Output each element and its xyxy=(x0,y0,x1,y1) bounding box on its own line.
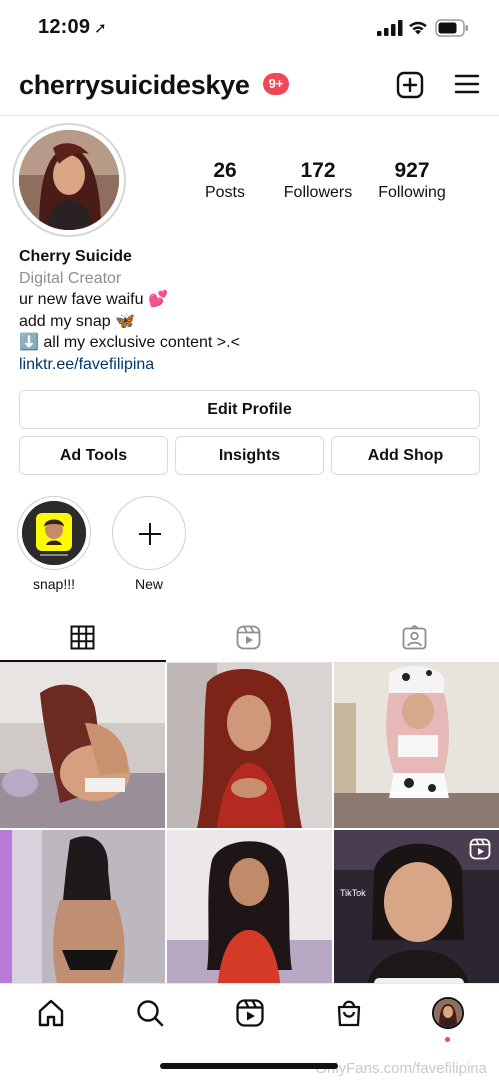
insights-button[interactable]: Insights xyxy=(175,436,324,475)
grid-post[interactable] xyxy=(167,663,332,828)
search-icon[interactable] xyxy=(135,998,165,1028)
activity-dot xyxy=(445,1037,450,1042)
avatar[interactable] xyxy=(19,130,119,230)
watermark-text: OnlyFans.com/favefilipina xyxy=(315,1060,487,1077)
battery-icon xyxy=(435,19,468,37)
header-divider xyxy=(0,115,499,116)
cellular-signal-icon xyxy=(377,20,403,36)
add-shop-button[interactable]: Add Shop xyxy=(331,436,480,475)
status-time: 12:09 ➚ xyxy=(38,16,107,38)
following-stat[interactable]: 927 Following xyxy=(372,159,452,203)
following-count: 927 xyxy=(394,159,430,182)
highlight-new[interactable]: New xyxy=(111,496,187,592)
new-highlight-ring xyxy=(112,496,186,570)
tab-reels[interactable] xyxy=(166,614,332,662)
highlight-label: New xyxy=(134,576,163,592)
tagged-icon xyxy=(402,625,427,650)
display-name: Cherry Suicide xyxy=(19,248,132,265)
posts-stat[interactable]: 26 Posts xyxy=(192,159,258,203)
wifi-icon xyxy=(409,21,427,35)
shop-icon[interactable] xyxy=(334,998,364,1028)
snapcode-icon xyxy=(22,501,86,565)
posts-count: 26 xyxy=(213,159,237,182)
grid-post[interactable] xyxy=(167,830,332,995)
reels-icon[interactable] xyxy=(235,998,265,1028)
posts-label: Posts xyxy=(204,184,245,201)
following-label: Following xyxy=(378,184,446,201)
profile-header: cherrysuicideskye 9+ xyxy=(0,60,499,112)
location-arrow-icon: ➚ xyxy=(94,20,107,37)
status-bar: 12:09 ➚ xyxy=(0,0,499,58)
highlight-snap[interactable]: snap!!! xyxy=(16,496,92,592)
tiktok-watermark: TikTok xyxy=(340,888,366,898)
ad-tools-button[interactable]: Ad Tools xyxy=(19,436,168,475)
snapcode-thumbnail xyxy=(22,501,86,565)
followers-count: 172 xyxy=(300,159,336,182)
post-photo xyxy=(0,830,165,995)
bio-line-3: ⬇️ all my exclusive content >.< xyxy=(19,334,240,351)
bio-link[interactable]: linktr.ee/favefilipina xyxy=(19,354,479,376)
reels-icon xyxy=(236,625,261,650)
grid-post[interactable] xyxy=(334,663,499,828)
highlight-ring xyxy=(17,496,91,570)
plus-icon xyxy=(139,523,161,545)
followers-label: Followers xyxy=(283,184,353,201)
avatar-photo xyxy=(19,130,119,230)
post-photo xyxy=(167,830,332,995)
grid-icon xyxy=(70,625,95,650)
grid-post[interactable] xyxy=(0,830,165,995)
menu-icon[interactable] xyxy=(454,72,480,96)
home-icon[interactable] xyxy=(36,998,66,1028)
notification-badge[interactable]: 9+ xyxy=(263,73,289,95)
highlight-label: snap!!! xyxy=(32,576,76,592)
profile-avatar[interactable] xyxy=(432,997,464,1029)
profile-avatar-photo xyxy=(434,999,462,1027)
grid-post[interactable]: TikTok xyxy=(334,830,499,995)
followers-stat[interactable]: 172 Followers xyxy=(278,159,358,203)
bio-line-2: add my snap 🦋 xyxy=(19,312,135,330)
post-photo xyxy=(167,663,332,828)
category-label: Digital Creator xyxy=(19,269,122,287)
profile-tabs xyxy=(0,614,499,662)
posts-grid: TikTok xyxy=(0,663,499,995)
bottom-navigation: OnlyFans.com/favefilipina xyxy=(0,983,499,1080)
reel-badge-icon xyxy=(469,838,491,860)
grid-post[interactable] xyxy=(0,663,165,828)
bio-line-1: ur new fave waifu 💕 xyxy=(19,291,168,308)
home-indicator[interactable] xyxy=(160,1063,338,1069)
tab-tagged[interactable] xyxy=(332,614,498,662)
profile-bio: Cherry Suicide Digital Creator ur new fa… xyxy=(19,246,479,375)
create-post-icon[interactable] xyxy=(396,71,424,99)
post-photo xyxy=(334,663,499,828)
post-photo xyxy=(0,663,165,828)
tab-posts-grid[interactable] xyxy=(0,614,166,662)
username-title[interactable]: cherrysuicideskye xyxy=(19,70,250,101)
edit-profile-button[interactable]: Edit Profile xyxy=(19,390,480,429)
